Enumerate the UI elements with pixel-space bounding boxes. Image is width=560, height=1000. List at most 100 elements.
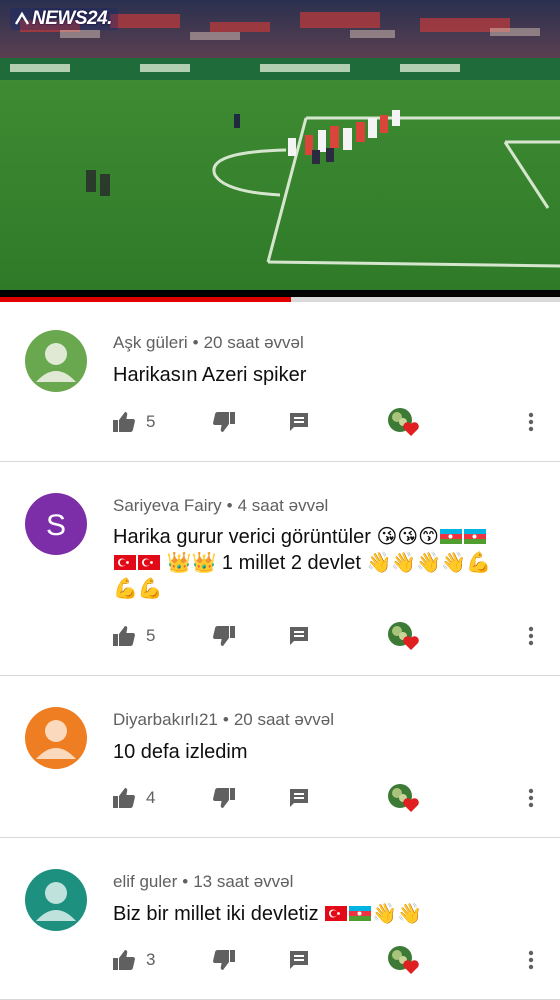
video-frame[interactable] [0, 0, 560, 290]
comment-item: Diyarbakırlı21 • 20 saat əvvəl 10 defa izl… [0, 676, 560, 838]
creator-heart [387, 621, 421, 651]
channel-logo: NEWS24. [10, 8, 118, 30]
more-options-button[interactable] [522, 621, 540, 651]
default-avatar-icon [25, 330, 87, 392]
reply-button[interactable] [288, 621, 310, 651]
creator-heart [387, 945, 421, 975]
comment-time: 20 saat əvvəl [203, 333, 304, 352]
comment-meta: Sariyeva Fairy • 4 saat əvvəl [113, 496, 328, 516]
comment-meta: elif guler • 13 saat əvvəl [113, 872, 293, 892]
letter-avatar: S [25, 493, 87, 555]
thumb-up-icon [113, 412, 135, 432]
crown-emoji: 👑👑 [166, 552, 217, 574]
like-count: 4 [146, 788, 156, 807]
reply-button[interactable] [288, 945, 310, 975]
comment-actions: 5 [0, 407, 560, 437]
comment-actions: 5 [0, 621, 560, 651]
kiss-emoji: 😘😘😙 [376, 526, 439, 548]
creator-heart [387, 783, 421, 813]
thumb-down-icon [213, 788, 235, 808]
channel-logo-text: NEWS24. [32, 8, 112, 29]
thumb-down-icon [213, 950, 235, 970]
default-avatar-icon [25, 707, 87, 769]
azerbaijan-flag-icon [440, 525, 462, 544]
thumb-up-icon [113, 626, 135, 646]
comment-author[interactable]: Aşk güleri [113, 333, 188, 352]
video-player[interactable]: NEWS24. [0, 0, 560, 302]
creator-heart [387, 407, 421, 437]
comment-text: Biz bir millet iki devletiz 👋👋 [113, 901, 540, 927]
comments-list: Aşk güleri • 20 saat əvvəl Harikasın Azeri… [0, 302, 560, 1000]
comment-time: 20 saat əvvəl [233, 710, 335, 729]
avatar[interactable] [25, 330, 87, 392]
thumb-up-icon [113, 788, 135, 808]
like-button[interactable]: 5 [112, 621, 155, 651]
comment-time: 4 saat əvvəl [237, 496, 329, 515]
meta-separator: • [182, 872, 189, 891]
dislike-button[interactable] [212, 621, 236, 651]
comment-actions: 3 [0, 945, 560, 975]
comment-text: 10 defa izledim [113, 741, 248, 763]
more-vertical-icon [528, 626, 534, 646]
reply-comment-icon [290, 627, 308, 645]
like-button[interactable]: 5 [112, 407, 155, 437]
thumb-up-icon [113, 950, 135, 970]
reply-comment-icon [290, 951, 308, 969]
avatar[interactable]: S [25, 493, 87, 555]
more-options-button[interactable] [522, 407, 540, 437]
dislike-button[interactable] [212, 407, 236, 437]
reply-button[interactable] [288, 407, 310, 437]
more-vertical-icon [528, 950, 534, 970]
meta-separator: • [226, 496, 233, 515]
dislike-button[interactable] [212, 783, 236, 813]
comment-actions: 4 [0, 783, 560, 813]
reply-comment-icon [290, 413, 308, 431]
comment-item: Aşk güleri • 20 saat əvvəl Harikasın Azeri… [0, 302, 560, 462]
news-logo-icon [14, 11, 30, 25]
comment-meta: Aşk güleri • 20 saat əvvəl [113, 333, 304, 353]
azerbaijan-flag-icon [349, 902, 372, 921]
comment-text: Harikasın Azeri spiker [113, 364, 307, 386]
reply-comment-icon [290, 789, 308, 807]
turkey-flag-icon [325, 902, 348, 921]
comment-item: elif guler • 13 saat əvvəl Biz bir millet … [0, 838, 560, 1000]
creator-heart-icon [388, 946, 419, 974]
more-options-button[interactable] [522, 783, 540, 813]
wave-emoji: 👋👋 [372, 903, 422, 925]
creator-heart-icon [388, 622, 419, 650]
comment-text-part: Biz bir millet iki devletiz [113, 903, 325, 925]
comment-meta: Diyarbakırlı21 • 20 saat əvvəl [113, 710, 334, 730]
more-vertical-icon [528, 412, 534, 432]
meta-separator: • [192, 333, 199, 352]
comment-time: 13 saat əvvəl [193, 872, 294, 891]
comment-text-part: 1 millet 2 devlet [216, 552, 367, 574]
avatar-letter: S [46, 509, 66, 542]
like-count: 5 [146, 412, 156, 431]
dislike-button[interactable] [212, 945, 236, 975]
creator-heart-icon [388, 408, 419, 436]
like-count: 5 [146, 626, 156, 645]
like-count: 3 [146, 950, 156, 969]
comment-author[interactable]: Diyarbakırlı21 [113, 710, 218, 729]
more-vertical-icon [528, 788, 534, 808]
comment-item: S Sariyeva Fairy • 4 saat əvvəl Harika gur… [0, 462, 560, 676]
comment-author[interactable]: elif guler [113, 872, 177, 891]
avatar[interactable] [25, 869, 87, 931]
comment-text: Harika gurur verici görüntüler 😘😘😙 👑👑 1 … [113, 524, 543, 602]
more-options-button[interactable] [522, 945, 540, 975]
comment-author[interactable]: Sariyeva Fairy [113, 496, 222, 515]
creator-heart-icon [388, 784, 419, 812]
avatar[interactable] [25, 707, 87, 769]
reply-button[interactable] [288, 783, 310, 813]
comment-text-part: Harika gurur verici görüntüler [113, 526, 377, 548]
wave-emoji: 👋👋👋👋💪 [366, 552, 491, 574]
like-button[interactable]: 3 [112, 945, 155, 975]
turkey-flag-icon [138, 551, 160, 570]
turkey-flag-icon [114, 551, 136, 570]
default-avatar-icon [25, 869, 87, 931]
azerbaijan-flag-icon [464, 525, 486, 544]
meta-separator: • [222, 710, 229, 729]
like-button[interactable]: 4 [112, 783, 155, 813]
thumb-down-icon [213, 626, 235, 646]
muscle-emoji: 💪💪 [113, 578, 163, 600]
